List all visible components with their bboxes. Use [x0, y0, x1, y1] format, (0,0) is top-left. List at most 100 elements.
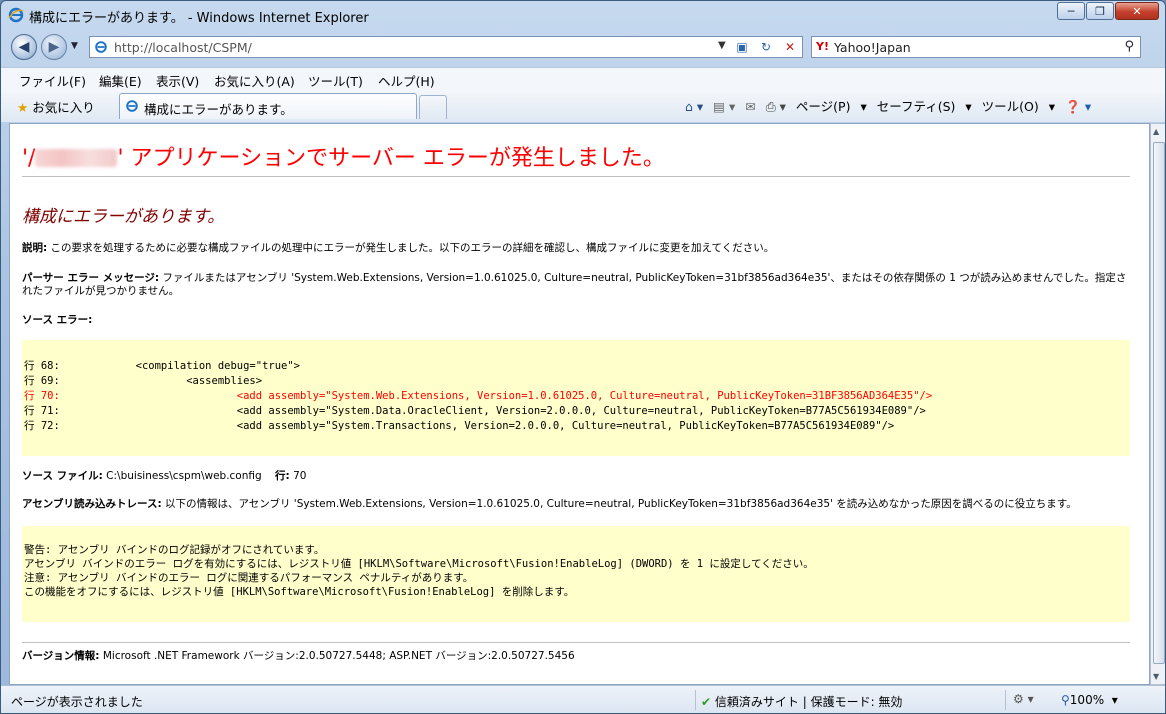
- version-info: バージョン情報: Microsoft .NET Framework バージョン:…: [22, 650, 575, 663]
- title-bar[interactable]: 構成にエラーがあります。 - Windows Internet Explorer…: [1, 1, 1165, 31]
- zoom-level: 100%: [1069, 693, 1105, 707]
- favorites-bar: ★ お気に入り 構成にエラーがあります。 ⌂ ▾ ▤ ▾ ✉ ⎙ ▾ ページ(P…: [1, 90, 1165, 122]
- forward-button[interactable]: ▶: [41, 34, 67, 60]
- safety-menu-button[interactable]: セーフティ(S) ▾: [877, 99, 972, 114]
- status-message: ページが表示されました: [11, 695, 143, 709]
- description-label: 説明:: [22, 242, 48, 254]
- address-bar[interactable]: http://localhost/CSPM/ ▼ ▣ ↻ ✕: [89, 36, 803, 58]
- address-url: http://localhost/CSPM/: [114, 40, 252, 55]
- forward-arrow-icon: ▶: [48, 39, 60, 55]
- trace-line: 警告: アセンブリ バインドのログ記録がオフにされています。: [24, 544, 325, 556]
- source-file-label: ソース ファイル:: [22, 470, 103, 482]
- error-subheading: 構成にエラーがあります。: [22, 207, 225, 227]
- security-zone-label: 信頼済みサイト | 保護モード: 無効: [714, 695, 903, 709]
- source-line: 行 69: <assemblies>: [24, 375, 263, 387]
- tools-menu-button[interactable]: ツール(O) ▾: [982, 99, 1055, 114]
- heading-suffix: ' アプリケーションでサーバー エラーが発生しました。: [117, 146, 665, 171]
- page-content: '/ ' アプリケーションでサーバー エラーが発生しました。 構成にエラーがありま…: [9, 123, 1150, 685]
- description: 説明: この要求を処理するために必要な構成ファイルの処理中にエラーが発生しました…: [22, 242, 1132, 255]
- page-icon: [95, 41, 107, 53]
- trace-block: 警告: アセンブリ バインドのログ記録がオフにされています。 アセンブリ バイン…: [22, 526, 1130, 622]
- heading-divider: [22, 176, 1130, 177]
- status-bar: ページが表示されました ✔ 信頼済みサイト | 保護モード: 無効 ⚙ ▾ ⚲1…: [1, 685, 1165, 713]
- window-title: 構成にエラーがあります。 - Windows Internet Explorer: [29, 11, 369, 26]
- trace-line: 注意: アセンブリ バインドのエラー ログに関連するパフォーマンス ペナルティが…: [24, 572, 474, 584]
- source-file-value: C:\buisiness\cspm\web.config: [102, 470, 262, 482]
- version-divider: [22, 642, 1130, 643]
- trace-text: 以下の情報は、アセンブリ 'System.Web.Extensions, Ver…: [161, 498, 1077, 510]
- source-line-highlighted: 行 70: <add assembly="System.Web.Extensio…: [24, 390, 933, 402]
- recent-pages-dropdown-icon[interactable]: ▼: [71, 41, 78, 51]
- version-text: Microsoft .NET Framework バージョン:2.0.50727…: [99, 650, 575, 662]
- close-icon: ✕: [1132, 4, 1142, 18]
- zoom-icon: ⚲: [1061, 693, 1070, 707]
- assembly-load-trace: アセンブリ読み込みトレース: 以下の情報は、アセンブリ 'System.Web.…: [22, 498, 1132, 511]
- source-error-block: 行 68: <compilation debug="true"> 行 69: <…: [22, 340, 1130, 456]
- address-dropdown-icon[interactable]: ▼: [718, 40, 726, 51]
- page-menu-label: ページ(P): [795, 99, 851, 114]
- refresh-icon[interactable]: ↻: [756, 38, 776, 56]
- menu-bar: ファイル(F) 編集(E) 表示(V) お気に入り(A) ツール(T) ヘルプ(…: [1, 67, 1165, 91]
- back-button[interactable]: ◀: [11, 34, 37, 60]
- mail-icon[interactable]: ✉: [745, 99, 755, 114]
- close-window-button[interactable]: ✕: [1115, 2, 1159, 20]
- redacted-app-name: [35, 149, 118, 167]
- security-zone[interactable]: ✔ 信頼済みサイト | 保護モード: 無効: [701, 693, 902, 710]
- ie-logo-icon: [8, 7, 24, 23]
- line-value: 70: [289, 470, 307, 482]
- menu-favorites[interactable]: お気に入り(A): [214, 71, 295, 90]
- search-box[interactable]: Y! Yahoo!Japan ⚲: [811, 36, 1141, 58]
- scroll-down-icon[interactable]: ▼: [1153, 672, 1159, 681]
- search-icon[interactable]: ⚲: [1124, 39, 1134, 54]
- navigation-row: ◀ ▶ ▼ http://localhost/CSPM/ ▼ ▣ ↻ ✕ Y! …: [1, 31, 1165, 65]
- source-line: 行 71: <add assembly="System.Data.OracleC…: [24, 405, 926, 417]
- favorites-button[interactable]: ★ お気に入り: [17, 97, 95, 116]
- help-icon[interactable]: ❓ ▾: [1065, 99, 1091, 114]
- source-file-info: ソース ファイル: C:\buisiness\cspm\web.config 行…: [22, 470, 306, 483]
- favorites-label: お気に入り: [32, 100, 95, 115]
- status-divider: [695, 690, 696, 710]
- restore-icon: ❐: [1095, 4, 1105, 18]
- menu-view[interactable]: 表示(V): [156, 71, 199, 90]
- back-arrow-icon: ◀: [18, 39, 30, 55]
- popup-blocker-icon[interactable]: ⚙ ▾: [1013, 692, 1034, 706]
- error-heading: '/ ' アプリケーションでサーバー エラーが発生しました。: [22, 140, 665, 172]
- stop-icon[interactable]: ✕: [780, 38, 800, 56]
- home-icon[interactable]: ⌂ ▾: [685, 99, 703, 114]
- search-provider-label: Yahoo!Japan: [834, 40, 911, 55]
- tools-menu-label: ツール(O): [981, 99, 1039, 114]
- menu-tools[interactable]: ツール(T): [308, 71, 363, 90]
- command-bar: ⌂ ▾ ▤ ▾ ✉ ⎙ ▾ ページ(P) ▾ セーフティ(S) ▾ ツール(O)…: [685, 96, 1097, 116]
- trace-line: アセンブリ バインドのエラー ログを有効にするには、レジストリ値 [HKLM\S…: [24, 558, 814, 570]
- scroll-up-icon[interactable]: ▲: [1153, 127, 1159, 136]
- source-line: 行 68: <compilation debug="true">: [24, 360, 301, 372]
- page-menu-button[interactable]: ページ(P) ▾: [796, 99, 867, 114]
- new-tab-button[interactable]: [419, 95, 447, 119]
- safety-menu-label: セーフティ(S): [876, 99, 956, 114]
- ie-window: 構成にエラーがあります。 - Windows Internet Explorer…: [0, 0, 1166, 714]
- compatibility-view-icon[interactable]: ▣: [732, 38, 752, 56]
- source-line: 行 72: <add assembly="System.Transactions…: [24, 420, 895, 432]
- line-label: 行:: [275, 470, 290, 482]
- scrollbar-thumb[interactable]: [1153, 142, 1165, 664]
- feeds-icon[interactable]: ▤ ▾: [713, 99, 735, 114]
- minimize-icon: ─: [1067, 4, 1075, 18]
- source-error-label: ソース エラー:: [22, 314, 92, 327]
- status-divider: [1005, 690, 1006, 710]
- description-text: この要求を処理するために必要な構成ファイルの処理中にエラーが発生しました。以下の…: [47, 242, 775, 254]
- menu-file[interactable]: ファイル(F): [19, 71, 86, 90]
- menu-edit[interactable]: 編集(E): [99, 71, 142, 90]
- minimize-button[interactable]: ─: [1057, 2, 1085, 20]
- vertical-scrollbar[interactable]: ▲ ▼: [1150, 123, 1165, 685]
- tab-current[interactable]: 構成にエラーがあります。: [119, 93, 417, 119]
- yahoo-logo-icon: Y!: [816, 40, 829, 53]
- maximize-button[interactable]: ❐: [1086, 2, 1114, 20]
- heading-prefix: '/: [22, 146, 36, 171]
- checkmark-icon: ✔: [701, 695, 712, 709]
- print-icon[interactable]: ⎙ ▾: [766, 99, 786, 114]
- zoom-control[interactable]: ⚲100% ▾: [1061, 693, 1118, 707]
- tab-page-icon: [126, 100, 138, 112]
- star-icon: ★: [17, 100, 29, 115]
- menu-help[interactable]: ヘルプ(H): [378, 71, 435, 90]
- trace-line: この機能をオフにするには、レジストリ値 [HKLM\Software\Micro…: [24, 586, 575, 598]
